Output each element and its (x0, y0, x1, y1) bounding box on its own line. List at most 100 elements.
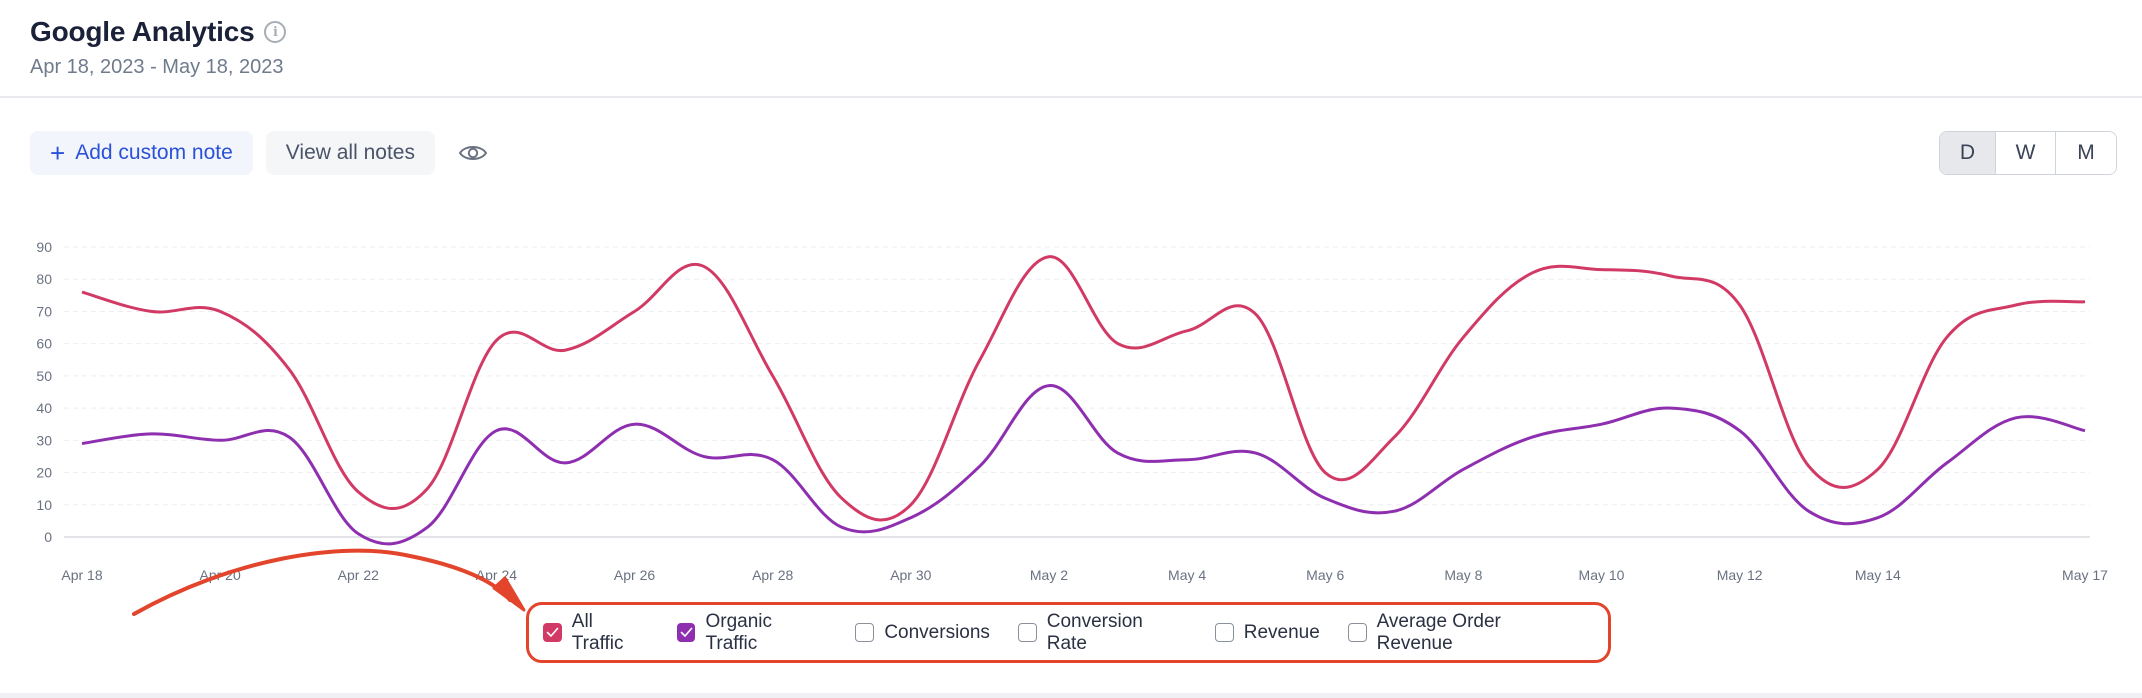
add-custom-note-button[interactable]: + Add custom note (30, 131, 253, 175)
data-point[interactable] (1872, 512, 1884, 524)
data-point[interactable] (145, 428, 157, 440)
legend-label: Conversion Rate (1046, 610, 1143, 654)
x-tick-label: Apr 28 (752, 567, 793, 583)
data-point[interactable] (1665, 270, 1677, 282)
data-point[interactable] (629, 305, 641, 317)
data-point[interactable] (145, 305, 157, 317)
data-point[interactable] (905, 499, 917, 511)
data-point[interactable] (1181, 454, 1193, 466)
period-month-button[interactable]: M (2056, 132, 2116, 174)
toolbar: + Add custom note View all notes (30, 131, 490, 175)
data-point[interactable] (1112, 338, 1124, 350)
data-point[interactable] (490, 425, 502, 437)
checkbox[interactable] (1214, 623, 1234, 642)
data-point[interactable] (1872, 463, 1884, 475)
legend-label: Revenue (1243, 621, 1320, 643)
y-tick-label: 90 (36, 239, 52, 255)
data-point[interactable] (1319, 467, 1331, 479)
data-point[interactable] (1941, 331, 1953, 343)
data-point[interactable] (1596, 418, 1608, 430)
checkbox[interactable] (1347, 623, 1367, 642)
data-point[interactable] (559, 457, 571, 469)
data-point[interactable] (767, 454, 779, 466)
data-point[interactable] (1043, 251, 1055, 263)
y-tick-label: 40 (36, 400, 52, 416)
data-point[interactable] (76, 286, 88, 298)
data-point[interactable] (2079, 296, 2091, 308)
period-week-button[interactable]: W (1996, 132, 2056, 174)
series-lines (76, 251, 2091, 546)
data-point[interactable] (1665, 402, 1677, 414)
data-point[interactable] (1250, 447, 1262, 459)
data-point[interactable] (2010, 412, 2022, 424)
data-point[interactable] (1803, 505, 1815, 517)
x-tick-label: Apr 20 (200, 567, 241, 583)
y-tick-label: 80 (36, 271, 52, 287)
data-point[interactable] (836, 492, 848, 504)
data-point[interactable] (2079, 425, 2091, 437)
data-point[interactable] (1250, 309, 1262, 321)
x-tick-label: May 17 (2062, 567, 2108, 583)
legend-item-average-order-revenue[interactable]: Average Order Revenue (1347, 611, 1580, 655)
data-point[interactable] (421, 521, 433, 533)
period-day-button[interactable]: D (1940, 132, 1996, 174)
data-point[interactable] (974, 460, 986, 472)
checkbox[interactable] (855, 623, 875, 642)
data-point[interactable] (1043, 380, 1055, 392)
data-point[interactable] (698, 450, 710, 462)
data-point[interactable] (1526, 267, 1538, 279)
data-point[interactable] (1388, 505, 1400, 517)
data-point[interactable] (352, 528, 364, 540)
eye-icon[interactable] (456, 136, 490, 170)
view-all-notes-button[interactable]: View all notes (265, 131, 435, 175)
info-icon[interactable]: i (264, 21, 287, 43)
data-point[interactable] (214, 434, 226, 446)
data-point[interactable] (1388, 431, 1400, 443)
data-point[interactable] (1734, 425, 1746, 437)
checkbox[interactable] (676, 623, 696, 642)
data-point[interactable] (283, 363, 295, 375)
data-point[interactable] (1803, 460, 1815, 472)
y-tick-label: 10 (36, 497, 52, 513)
checkbox[interactable] (543, 623, 562, 642)
data-point[interactable] (1112, 447, 1124, 459)
data-point[interactable] (974, 354, 986, 366)
data-point[interactable] (905, 512, 917, 524)
data-point[interactable] (2010, 299, 2022, 311)
legend-item-conversion-rate[interactable]: Conversion Rate (1017, 610, 1187, 655)
series-line-all-traffic (81, 255, 2086, 522)
data-point[interactable] (1734, 299, 1746, 311)
y-tick-label: 20 (36, 465, 52, 481)
y-tick-label: 0 (44, 529, 52, 545)
data-point[interactable] (352, 486, 364, 498)
legend-item-organic-traffic[interactable]: Organic Traffic (676, 611, 828, 655)
data-point[interactable] (836, 521, 848, 533)
data-point[interactable] (76, 438, 88, 450)
data-point[interactable] (490, 334, 502, 346)
data-point[interactable] (767, 370, 779, 382)
legend-item-conversions[interactable]: Conversions (855, 622, 990, 644)
data-point[interactable] (421, 483, 433, 495)
data-point[interactable] (559, 344, 571, 356)
legend-item-revenue[interactable]: Revenue (1214, 621, 1320, 644)
data-point[interactable] (629, 418, 641, 430)
checkbox[interactable] (1017, 623, 1037, 642)
data-point[interactable] (1941, 457, 1953, 469)
data-point[interactable] (1457, 463, 1469, 475)
legend-item-all-traffic[interactable]: All Traffic (543, 611, 649, 655)
check-icon (546, 627, 559, 637)
y-tick-label: 60 (36, 336, 52, 352)
data-point[interactable] (214, 305, 226, 317)
data-point[interactable] (283, 431, 295, 443)
line-chart: 0102030405060708090 Apr 18 Apr 20 Apr 22 Ap… (36, 239, 2108, 583)
data-point[interactable] (1181, 325, 1193, 337)
data-point[interactable] (1596, 264, 1608, 276)
series-legend: All Traffic Organic Traffic Conversions Con… (526, 602, 1611, 663)
x-tick-label: May 2 (1030, 567, 1068, 583)
data-point[interactable] (1457, 331, 1469, 343)
data-point[interactable] (1526, 431, 1538, 443)
data-point[interactable] (1319, 492, 1331, 504)
x-tick-label: May 14 (1855, 567, 1901, 583)
data-point[interactable] (698, 260, 710, 272)
x-tick-label: May 4 (1168, 567, 1206, 583)
